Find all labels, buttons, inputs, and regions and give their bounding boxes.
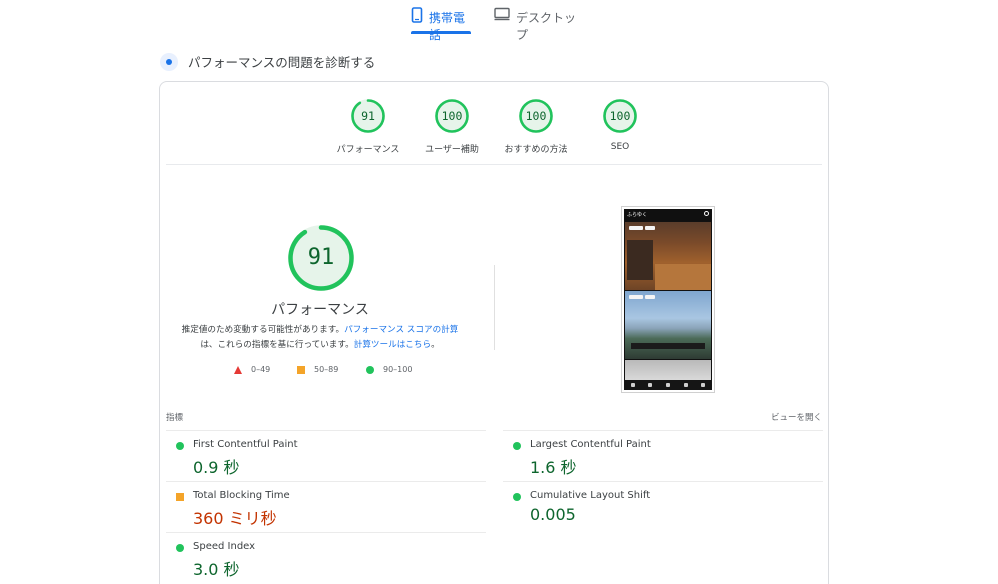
average-square-icon <box>176 493 184 501</box>
expand-view-toggle[interactable]: ビューを開く <box>771 411 822 423</box>
final-screenshot[interactable]: ふらゆく <box>621 206 715 393</box>
vertical-divider <box>494 265 495 350</box>
metric-name: Total Blocking Time <box>193 490 290 501</box>
metric-name: Cumulative Layout Shift <box>530 490 651 501</box>
metric-value: 3.0 秒 <box>193 560 240 579</box>
metrics-header: 指標 ビューを開く <box>166 411 822 425</box>
active-tab-indicator <box>411 31 471 34</box>
metric-fcp: First Contentful Paint 0.9 秒 <box>166 430 486 480</box>
legend-range: 50–89 <box>314 365 339 374</box>
fail-triangle-icon <box>234 365 242 374</box>
performance-gauge-large: 91 <box>287 224 355 292</box>
tab-desktop[interactable]: デスクトップ <box>494 6 584 42</box>
metric-tbt: Total Blocking Time 360 ミリ秒 <box>166 481 486 531</box>
metric-name: Speed Index <box>193 541 256 552</box>
report-card: 91 パフォーマンス 100 ユーザー補助 100 おすすめの方法 100 SE… <box>159 81 829 584</box>
gauge-score: 100 <box>609 109 631 123</box>
site-brand: ふらゆく <box>627 212 648 218</box>
metric-value: 360 ミリ秒 <box>193 509 277 528</box>
app-header: ふらゆく <box>624 209 712 221</box>
pass-circle-icon <box>176 442 184 450</box>
metrics-title: 指標 <box>166 413 184 423</box>
score-legend: 0–49 50–89 90–100 <box>230 365 430 379</box>
bottom-nav <box>624 380 712 390</box>
gauge-score: 91 <box>361 109 375 123</box>
pass-circle-icon <box>513 493 521 501</box>
legend-range: 0–49 <box>251 365 271 374</box>
legend-average: 50–89 <box>297 365 338 374</box>
legend-fail: 0–49 <box>234 365 270 374</box>
search-icon <box>704 211 709 216</box>
metric-name: First Contentful Paint <box>193 439 298 450</box>
gauge-ring: 100 <box>602 98 638 134</box>
gauge-performance[interactable]: 91 パフォーマンス <box>328 98 408 155</box>
section-heading: パフォーマンスの問題を診断する <box>160 52 375 71</box>
lab-data-icon <box>160 52 178 71</box>
gauge-ring: 100 <box>434 98 470 134</box>
metric-lcp: Largest Contentful Paint 1.6 秒 <box>503 430 823 480</box>
gauge-ring: 100 <box>518 98 554 134</box>
metric-value: 0.9 秒 <box>193 458 240 477</box>
gauge-ring: 91 <box>350 98 386 134</box>
tab-mobile[interactable]: 携帯電話 <box>411 6 471 42</box>
performance-title: パフォーマンス <box>271 302 369 318</box>
performance-score: 91 <box>307 245 335 270</box>
tab-mobile-label: 携帯電話 <box>429 11 466 42</box>
gauge-label: SEO <box>610 142 630 152</box>
pass-circle-icon <box>176 544 184 552</box>
average-square-icon <box>297 365 305 374</box>
divider <box>166 164 822 165</box>
metric-cls: Cumulative Layout Shift 0.005 <box>503 481 823 531</box>
gauge-label: おすすめの方法 <box>504 145 568 155</box>
gauge-label: パフォーマンス <box>336 145 400 155</box>
third-photo <box>625 360 711 380</box>
score-summary: 91 パフォーマンス 100 ユーザー補助 100 おすすめの方法 100 SE… <box>160 98 828 166</box>
gauge-score: 100 <box>525 109 547 123</box>
smartphone-icon <box>411 6 423 23</box>
explanation-text-2: は、これらの指標を基に行っています。 <box>200 340 354 350</box>
legend-pass: 90–100 <box>366 365 412 374</box>
score-calculation-link[interactable]: パフォーマンス スコアの計算 <box>344 325 458 335</box>
gauge-best-practices[interactable]: 100 おすすめの方法 <box>496 98 576 155</box>
desktop-icon <box>494 6 510 21</box>
gauge-label: ユーザー補助 <box>425 145 479 155</box>
section-title: パフォーマンスの問題を診断する <box>188 55 376 70</box>
metric-value: 0.005 <box>530 505 576 524</box>
pass-circle-icon <box>513 442 521 450</box>
tab-desktop-label: デスクトップ <box>516 11 577 42</box>
metric-name: Largest Contentful Paint <box>530 439 651 450</box>
gauge-accessibility[interactable]: 100 ユーザー補助 <box>412 98 492 155</box>
metric-value: 1.6 秒 <box>530 458 577 477</box>
score-explanation: 推定値のため変動する可能性があります。パフォーマンス スコアの計算は、これらの指… <box>170 323 470 353</box>
explanation-end: 。 <box>431 340 440 350</box>
pass-circle-icon <box>366 365 374 374</box>
device-tabs: 携帯電話 デスクトップ <box>0 0 998 42</box>
cafe-photo <box>625 222 711 290</box>
screenshot-content: ふらゆく <box>624 209 712 390</box>
calculator-link[interactable]: 計算ツールはこちら <box>354 340 431 350</box>
metric-si: Speed Index 3.0 秒 <box>166 532 486 582</box>
explanation-text: 推定値のため変動する可能性があります。 <box>181 325 345 335</box>
lake-photo <box>625 291 711 359</box>
gauge-score: 100 <box>441 109 463 123</box>
legend-range: 90–100 <box>383 365 413 374</box>
gauge-seo[interactable]: 100 SEO <box>580 98 660 152</box>
